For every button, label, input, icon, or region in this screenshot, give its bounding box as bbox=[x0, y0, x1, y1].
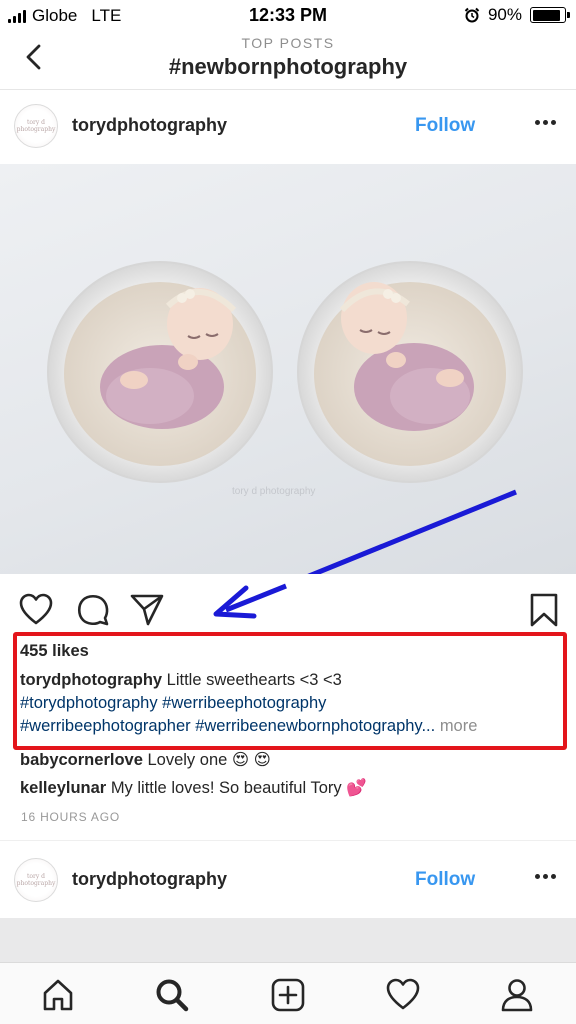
heart-icon bbox=[386, 978, 420, 1010]
comment-icon[interactable] bbox=[75, 592, 111, 628]
avatar-text: tory d photography bbox=[16, 119, 56, 133]
caption-line: torydphotography Little sweethearts <3 <… bbox=[20, 669, 560, 692]
battery-percent: 90% bbox=[487, 5, 522, 24]
post-photo[interactable] bbox=[0, 918, 576, 962]
caption-hashtags-2[interactable]: #werribeephotographer #werribeenewbornph… bbox=[20, 717, 435, 735]
newborn-photo-illustration: tory d photography bbox=[47, 261, 523, 574]
bottom-tab-bar bbox=[0, 962, 576, 1024]
search-icon bbox=[156, 979, 189, 1012]
post-actions bbox=[0, 586, 576, 632]
post-divider bbox=[0, 840, 576, 841]
more-options-icon[interactable] bbox=[535, 120, 556, 125]
caption-hashtags-1[interactable]: #torydphotography #werribeephotography bbox=[20, 692, 560, 715]
post-timestamp: 16 HOURS AGO bbox=[21, 810, 120, 824]
likes-count[interactable]: 455 likes bbox=[20, 640, 560, 663]
caption-more-link[interactable]: more bbox=[440, 717, 478, 735]
comment-username[interactable]: kelleylunar bbox=[20, 779, 106, 797]
post-username[interactable]: torydphotography bbox=[72, 115, 227, 136]
add-icon bbox=[271, 978, 305, 1012]
comment-text: My little loves! So beautiful Tory 💕 bbox=[110, 779, 367, 797]
comment-row: kelleylunar My little loves! So beautifu… bbox=[20, 779, 367, 798]
caption-text: Little sweethearts <3 <3 bbox=[166, 671, 342, 689]
home-icon bbox=[43, 979, 73, 1011]
annotation-arrow-line bbox=[307, 489, 517, 574]
photo-watermark: tory d photography bbox=[232, 486, 315, 497]
comment-text: Lovely one 😍 😍 bbox=[147, 751, 271, 769]
page-header: TOP POSTS #newbornphotography bbox=[0, 32, 576, 90]
post-photo[interactable]: tory d photography bbox=[0, 164, 576, 574]
more-options-icon[interactable] bbox=[535, 874, 556, 879]
post-header: tory d photography torydphotography Foll… bbox=[0, 90, 576, 162]
avatar-text: tory d photography bbox=[16, 873, 56, 887]
bookmark-icon[interactable] bbox=[526, 592, 562, 628]
share-icon[interactable] bbox=[129, 592, 165, 628]
post-username[interactable]: torydphotography bbox=[72, 869, 227, 890]
follow-button[interactable]: Follow bbox=[415, 115, 475, 137]
tab-search[interactable] bbox=[152, 975, 192, 1015]
caption-hashtags-row: #werribeephotographer #werribeenewbornph… bbox=[20, 715, 560, 738]
tab-home[interactable] bbox=[38, 975, 78, 1015]
profile-icon bbox=[501, 979, 533, 1012]
comment-row: babycornerlove Lovely one 😍 😍 bbox=[20, 750, 271, 770]
status-right: 90% bbox=[464, 5, 570, 25]
avatar[interactable]: tory d photography bbox=[14, 104, 58, 148]
comment-username[interactable]: babycornerlove bbox=[20, 751, 143, 769]
follow-button[interactable]: Follow bbox=[415, 869, 475, 891]
status-bar: Globe LTE 12:33 PM 90% bbox=[0, 0, 576, 32]
page-title: #newbornphotography bbox=[168, 54, 408, 79]
caption-username[interactable]: torydphotography bbox=[20, 671, 162, 689]
tab-profile[interactable] bbox=[497, 975, 537, 1015]
tab-new-post[interactable] bbox=[268, 975, 308, 1015]
post-header: tory d photography torydphotography Foll… bbox=[0, 844, 576, 916]
tab-activity[interactable] bbox=[383, 975, 423, 1015]
avatar[interactable]: tory d photography bbox=[14, 858, 58, 902]
post-caption: 455 likes torydphotography Little sweeth… bbox=[20, 640, 560, 738]
alarm-icon bbox=[464, 7, 480, 23]
header-subtitle: TOP POSTS bbox=[241, 35, 335, 51]
battery-icon bbox=[530, 7, 570, 23]
heart-icon[interactable] bbox=[18, 592, 54, 628]
